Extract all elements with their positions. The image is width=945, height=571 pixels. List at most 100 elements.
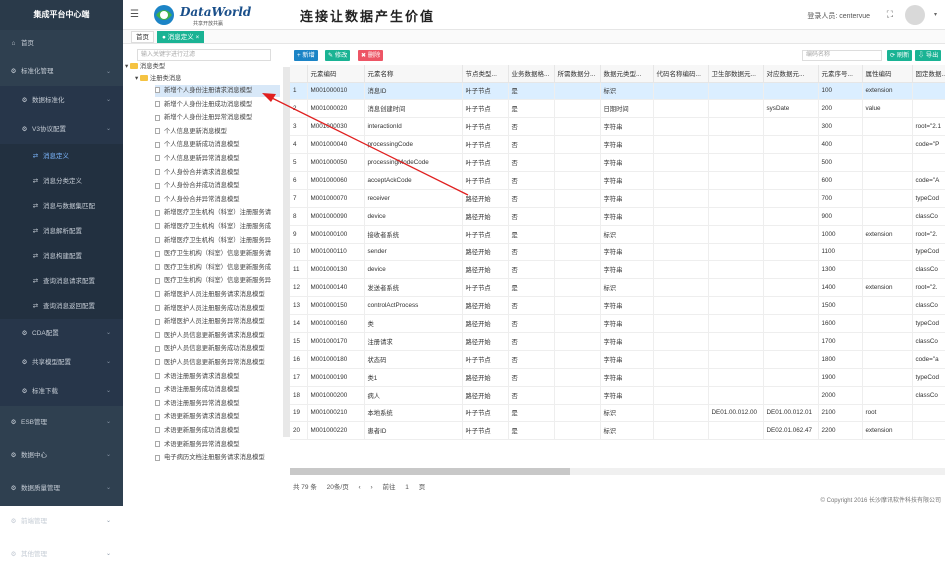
sidebar-item[interactable]: ⚙ 数据标准化 ⌄	[0, 86, 123, 115]
tree-scrollbar[interactable]	[283, 67, 290, 437]
column-header[interactable]: 元素编码	[307, 65, 365, 83]
delete-button[interactable]: ✖ 删除	[358, 50, 384, 61]
table-row[interactable]: 12 M001000140 发送者系统 叶子节点是 标识 1400 extension roo…	[290, 278, 945, 298]
tree-filter-input[interactable]: 输入关键字进行过滤	[137, 49, 271, 61]
tree-item[interactable]: 医疗卫生机构（科室）信息更新服务成	[155, 262, 280, 274]
tree-item[interactable]: 新增医疗卫生机构（科室）注册服务请	[155, 207, 280, 219]
sidebar-item[interactable]: ⚙ ESB管理 ⌄	[0, 406, 123, 439]
tree-item[interactable]: 个人信息更新异常消息模型	[155, 153, 280, 165]
column-header[interactable]: 卫生部数据元...	[708, 65, 764, 83]
menu-toggle-icon[interactable]: ☰	[130, 9, 139, 20]
table-row[interactable]: 1 M001000010 消息ID 叶子节点是 标识 100 extension	[290, 82, 945, 101]
sidebar-item[interactable]: ⚙ 标准化管理 ⌄	[0, 58, 123, 86]
tree-item[interactable]: 新增个人身份注册异常消息模型	[155, 112, 280, 124]
tree-item[interactable]: 新增医疗卫生机构（科室）注册服务异	[155, 235, 280, 247]
sidebar-item[interactable]: ⇄ 消息解析配置	[0, 219, 123, 244]
table-row[interactable]: 5 M001000050 processingModeCode 叶子节点否 字符串 500	[290, 153, 945, 172]
tree-item[interactable]: 术语更新服务异常消息模型	[155, 439, 280, 451]
tree-item[interactable]: 术语更新服务请求消息模型	[155, 411, 280, 423]
table-row[interactable]: 18 M001000200 病人 路径开始否 字符串 2000 classCo	[290, 386, 945, 405]
table-row[interactable]: 7 M001000070 receiver 路径开始否 字符串 700 typeCod	[290, 189, 945, 208]
tree-item[interactable]: 新增医护人员注册服务请求消息模型	[155, 289, 280, 301]
tree-item[interactable]: 医护人员信息更新服务异常消息模型	[155, 357, 280, 369]
tree-item[interactable]: 新增医疗卫生机构（科室）注册服务成	[155, 221, 280, 233]
edit-button[interactable]: ✎ 修改	[325, 50, 351, 61]
chevron-down-icon[interactable]: ▾	[934, 11, 937, 18]
prev-page-button[interactable]: ‹	[359, 484, 361, 491]
column-header[interactable]: 代码名称编码...	[653, 65, 709, 83]
tree-item[interactable]: 医疗卫生机构（科室）信息更新服务异	[155, 275, 280, 287]
tree-item[interactable]: 个人身份合并异常消息模型	[155, 194, 280, 206]
table-row[interactable]: 2 M001000020 消息创建时间 叶子节点是 日期时间 sysDate 200 valu…	[290, 99, 945, 119]
tree-item[interactable]: 个人身份合并请求消息模型	[155, 167, 280, 179]
sidebar-item[interactable]: ⚙ 前端管理 ⌄	[0, 505, 123, 538]
table-row[interactable]: 17 M001000190 类1 路径开始否 字符串 1900 typeCod	[290, 368, 945, 387]
sidebar-item[interactable]: ⇄ 消息构建配置	[0, 244, 123, 269]
tree-root[interactable]: ▾ 消息类型	[125, 61, 165, 73]
tree-item[interactable]: 术语注册服务请求消息模型	[155, 371, 280, 383]
code-name-search-input[interactable]: 编码名称	[802, 50, 882, 61]
sidebar-item[interactable]: ⚙ 其他管理 ⌄	[0, 538, 123, 571]
sidebar-item[interactable]: ⌂ 首页	[0, 30, 123, 58]
column-header[interactable]: 元素名称	[364, 65, 463, 83]
table-row[interactable]: 3 M001000030 interactionId 叶子节点否 字符串 300 root=…	[290, 117, 945, 137]
tree-item[interactable]: 术语注册服务异常消息模型	[155, 398, 280, 410]
add-button[interactable]: + 新增	[294, 50, 318, 61]
sidebar-item[interactable]: ⇄ 消息分类定义	[0, 169, 123, 194]
tree-item[interactable]: 电子病历文档注册服务请求消息模型	[155, 452, 280, 464]
table-row[interactable]: 9 M001000100 接收者系统 叶子节点是 标识 1000 extension root…	[290, 225, 945, 244]
sidebar-item[interactable]: ⚙ 数据中心 ⌄	[0, 439, 123, 472]
column-header[interactable]: 所需数据分...	[554, 65, 601, 83]
sidebar-item[interactable]: ⚙ 共享模型配置 ⌄	[0, 348, 123, 377]
scrollbar-thumb[interactable]	[290, 468, 570, 475]
tab-home[interactable]: 首页	[131, 31, 154, 43]
tree-item[interactable]: 新增个人身份注册成功消息模型	[155, 99, 280, 111]
avatar[interactable]	[905, 5, 925, 25]
tree-item[interactable]: 个人信息更新成功消息模型	[155, 139, 280, 151]
export-button[interactable]: ⇩ 导出	[915, 50, 942, 61]
tab-message-definition[interactable]: ● 消息定义 ×	[157, 31, 205, 43]
horizontal-scrollbar[interactable]	[290, 468, 945, 475]
tree-item[interactable]: 新增医护人员注册服务成功消息模型	[155, 303, 280, 315]
table-row[interactable]: 19 M001000210 本地系统 叶子节点是 标识 DE01.00.012.00 DE0…	[290, 404, 945, 423]
table-row[interactable]: 16 M001000180 状态码 叶子节点否 字符串 1800 code="a	[290, 350, 945, 369]
page-input[interactable]: 1	[405, 484, 409, 491]
sidebar-item[interactable]: ⇄ 消息与数据集匹配	[0, 194, 123, 219]
table-row[interactable]: 11 M001000130 device 路径开始否 字符串 1300 classCo	[290, 260, 945, 280]
refresh-button[interactable]: ⟳ 刷新	[887, 50, 913, 61]
tree-item[interactable]: 医护人员信息更新服务请求消息模型	[155, 330, 280, 342]
sidebar-item[interactable]: ⚙ 数据质量管理 ⌄	[0, 472, 123, 505]
tree-item[interactable]: 医护人员信息更新服务成功消息模型	[155, 343, 280, 355]
tree-item[interactable]: 术语更新服务成功消息模型	[155, 425, 280, 437]
table-row[interactable]: 4 M001000040 processingCode 叶子节点否 字符串 400 code…	[290, 135, 945, 155]
table-row[interactable]: 20 M001000220 患者ID 叶子节点是 标识 DE02.01.062.47 220…	[290, 421, 945, 441]
tree-item[interactable]: 术语注册服务成功消息模型	[155, 384, 280, 396]
column-header[interactable]: 数据元类型...	[600, 65, 654, 83]
column-header[interactable]: 对应数据元...	[763, 65, 819, 83]
sidebar-item[interactable]: ⚙ CDA配置 ⌄	[0, 319, 123, 348]
table-row[interactable]: 13 M001000150 controlActProcess 路径开始否 字符串 150…	[290, 296, 945, 316]
sidebar-item[interactable]: ⚙ 标准下载 ⌄	[0, 377, 123, 406]
table-row[interactable]: 15 M001000170 注册请求 路径开始否 字符串 1700 classCo	[290, 332, 945, 351]
tree-item[interactable]: 医疗卫生机构（科室）信息更新服务请	[155, 248, 280, 260]
table-row[interactable]: 14 M001000160 类路径开始否 字符串 1600 typeCod	[290, 314, 945, 333]
sidebar-item[interactable]: ⇄ 查询消息返回配置	[0, 294, 123, 319]
fullscreen-icon[interactable]: ⛶	[887, 9, 893, 20]
table-row[interactable]: 6 M001000060 acceptAckCode 叶子节点否 字符串 600 code=…	[290, 171, 945, 190]
tree-item[interactable]: 新增医护人员注册服务异常消息模型	[155, 316, 280, 328]
column-header[interactable]: 元素序号...	[818, 65, 863, 83]
sidebar-item[interactable]: ⇄ 查询消息请求配置	[0, 269, 123, 294]
column-header[interactable]: 节点类型...	[462, 65, 509, 83]
tree-item[interactable]: 个人信息更新消息模型	[155, 126, 280, 138]
column-header[interactable]: 业务数据格...	[508, 65, 555, 83]
sidebar-item[interactable]: ⇄ 消息定义	[0, 144, 123, 169]
tree-item[interactable]: 个人身份合并成功消息模型	[155, 180, 280, 192]
column-header[interactable]: 属性编码	[862, 65, 913, 83]
table-row[interactable]: 10 M001000110 sender 路径开始否 字符串 1100 typeCod	[290, 243, 945, 262]
sidebar-item[interactable]: ⚙ V3协议配置 ⌄	[0, 115, 123, 144]
next-page-button[interactable]: ›	[371, 484, 373, 491]
column-header[interactable]: 固定数据...	[912, 65, 945, 83]
tree-item[interactable]: 新增个人身份注册请求消息模型	[155, 85, 280, 97]
page-size-select[interactable]: 20条/页	[327, 484, 349, 491]
tree-group[interactable]: ▾ 注册类消息	[135, 73, 181, 85]
